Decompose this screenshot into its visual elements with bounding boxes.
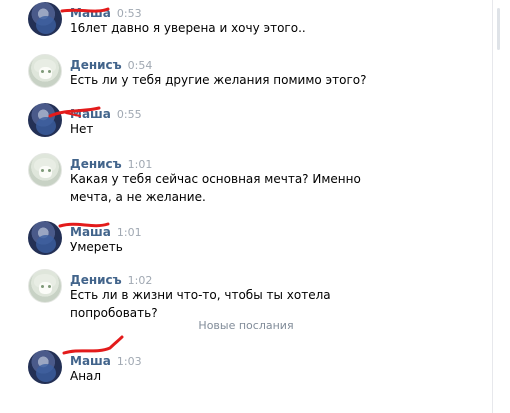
author-name[interactable]: Денисъ xyxy=(70,157,122,171)
message-header: Денисъ 1:02 xyxy=(70,269,152,287)
author-name[interactable]: Денисъ xyxy=(70,273,122,287)
message-header: Денисъ 1:01 xyxy=(70,153,152,171)
message-header: Маша 0:55 xyxy=(70,103,142,121)
author-name[interactable]: Маша xyxy=(70,354,111,368)
message-header: Маша 0:53 xyxy=(70,2,142,20)
message-text: Есть ли в жизни что-то, чтобы ты хотела … xyxy=(70,288,331,320)
message-text: Умереть xyxy=(70,240,123,254)
message-header: Денисъ 0:54 xyxy=(70,54,152,72)
message-text: Нет xyxy=(70,122,94,136)
avatar[interactable] xyxy=(28,350,62,384)
message-text: Анал xyxy=(70,369,102,383)
message-text: Какая у тебя сейчас основная мечта? Имен… xyxy=(70,172,361,204)
author-name[interactable]: Маша xyxy=(70,107,111,121)
scrollbar-track[interactable] xyxy=(492,0,510,413)
scrollbar-thumb[interactable] xyxy=(497,8,500,50)
avatar[interactable] xyxy=(28,103,62,137)
avatar[interactable] xyxy=(28,2,62,36)
message-header: Маша 1:03 xyxy=(70,350,142,368)
author-name[interactable]: Денисъ xyxy=(70,58,122,72)
avatar[interactable] xyxy=(28,153,62,187)
avatar[interactable] xyxy=(28,221,62,255)
message-text: 16лет давно я уверена и хочу этого.. xyxy=(70,21,306,35)
author-name[interactable]: Маша xyxy=(70,6,111,20)
message-header: Маша 1:01 xyxy=(70,221,142,239)
avatar[interactable] xyxy=(28,269,62,303)
author-name[interactable]: Маша xyxy=(70,225,111,239)
new-messages-divider: Новые послания xyxy=(198,319,294,332)
message-text: Есть ли у тебя другие желания помимо это… xyxy=(70,73,367,87)
avatar[interactable] xyxy=(28,54,62,88)
